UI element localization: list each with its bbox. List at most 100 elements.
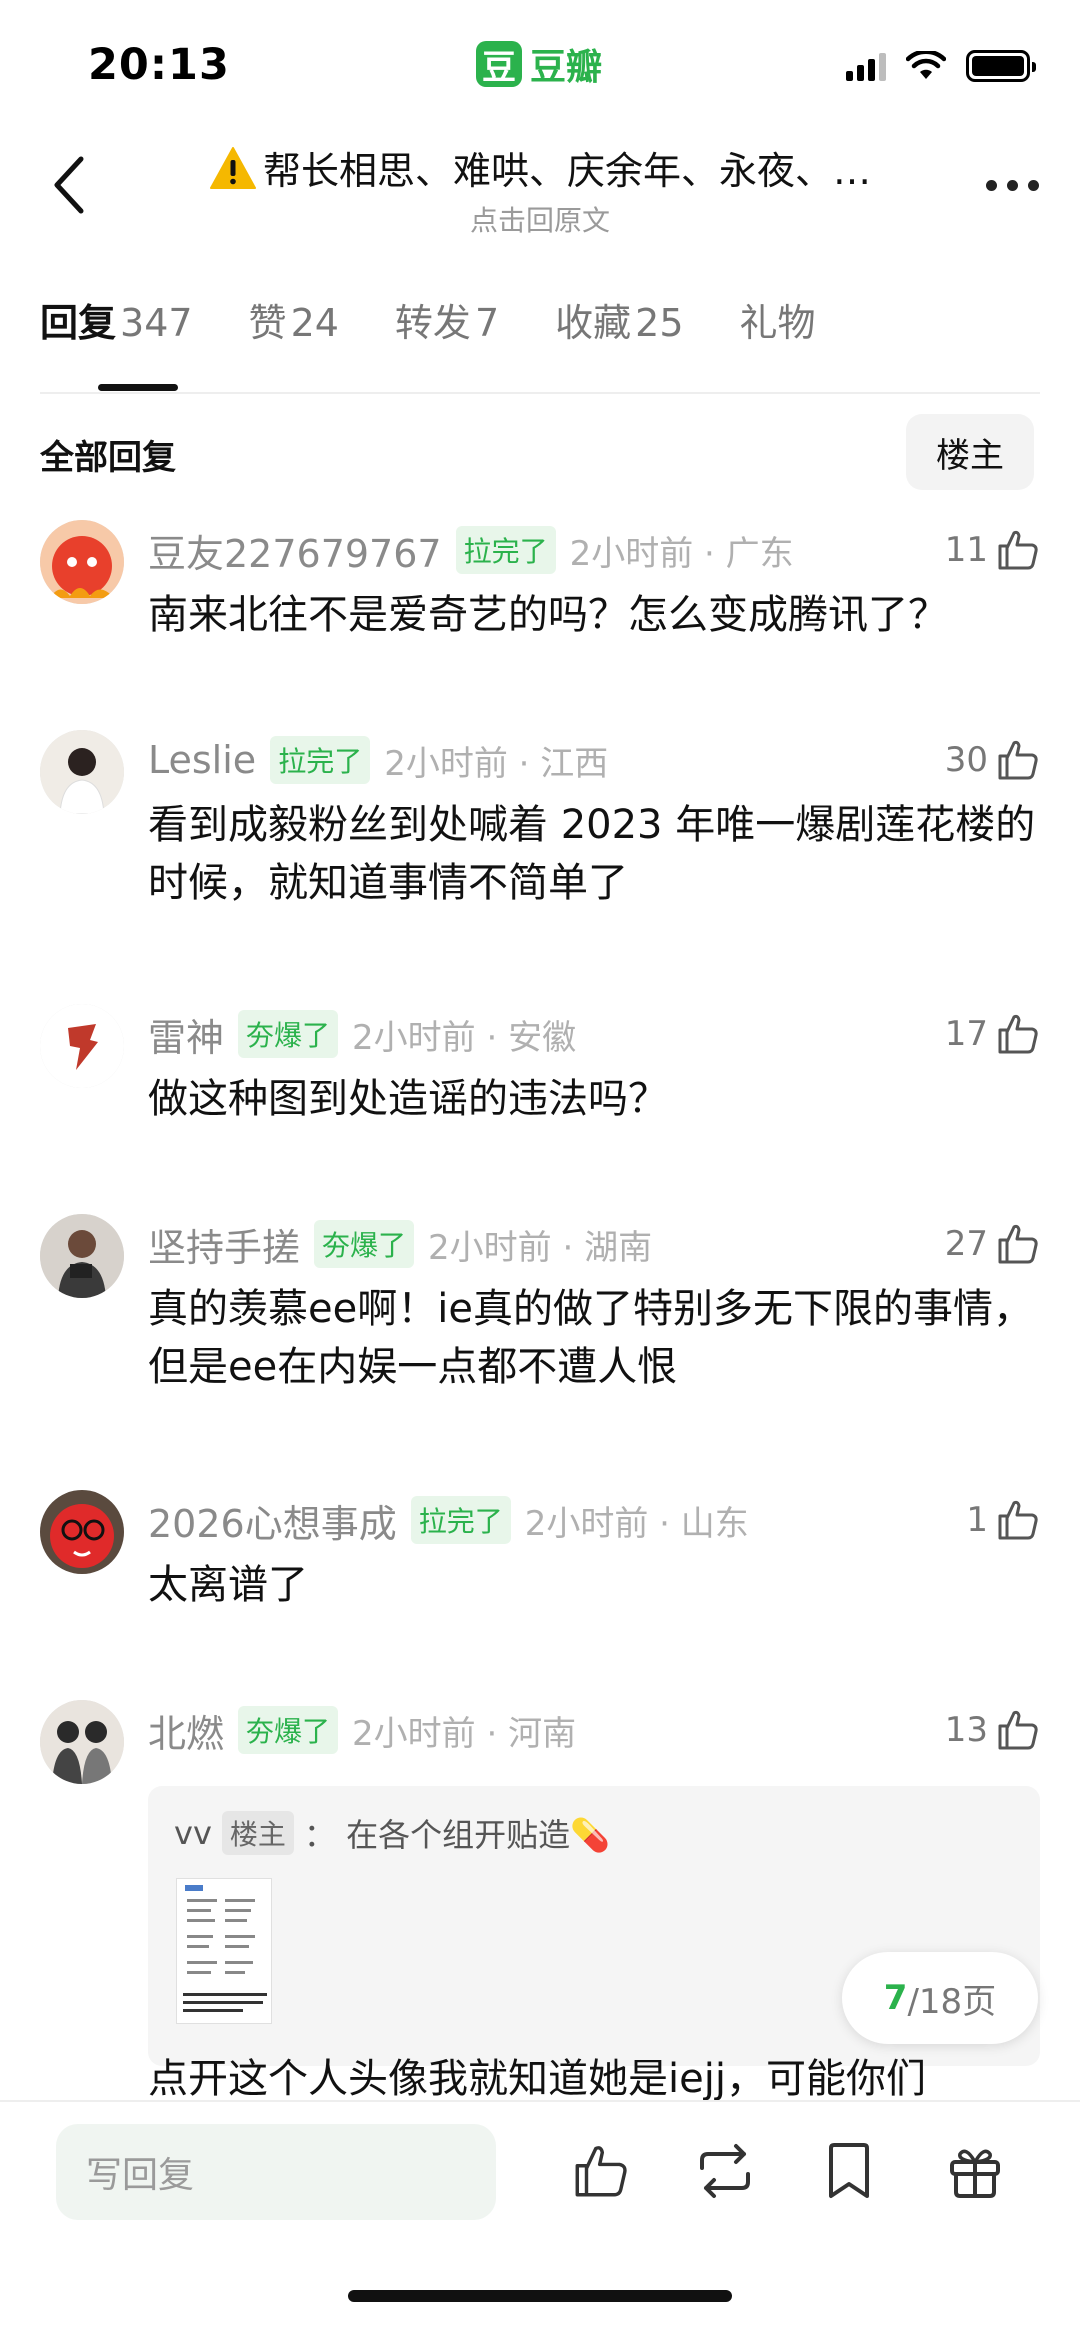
quoted-username: vv (174, 1814, 212, 1852)
tab-gifts[interactable]: 礼物 (740, 292, 816, 392)
comment-text: 做这种图到处造谣的违法吗？ (148, 1076, 668, 1122)
comment-meta: 2小时前 · 山东 (524, 1503, 749, 1544)
avatar[interactable] (40, 1004, 124, 1088)
comment-meta: 2小时前 · 湖南 (428, 1227, 653, 1268)
comment-text: 太离谱了 (148, 1562, 308, 1608)
status-time: 20:13 (88, 40, 230, 90)
owner-only-filter-button[interactable]: 楼主 (906, 414, 1034, 490)
like-post-button[interactable] (566, 2136, 636, 2206)
thumbs-up-icon (998, 740, 1038, 780)
comment-text: 看到成毅粉丝到处喊着 2023 年唯一爆剧莲花楼的时候，就知道事情不简单了 (148, 802, 1036, 906)
nav-title-area[interactable]: 帮长相思、难哄、庆余年、永夜、… 点击回原文 (170, 140, 910, 239)
like-button[interactable]: 13 (945, 1700, 1040, 1760)
rating-badge: 拉完了 (455, 526, 556, 574)
app-logo-icon: 豆 (476, 41, 522, 88)
owner-tag: 楼主 (221, 1811, 294, 1855)
total-pages: /18页 (907, 1981, 997, 2022)
repost-button[interactable] (690, 2136, 760, 2206)
rating-badge: 夯爆了 (314, 1220, 415, 1268)
rating-badge: 拉完了 (410, 1496, 511, 1544)
tabs-divider (40, 392, 1040, 394)
nav-bar: 帮长相思、难哄、庆余年、永夜、… 点击回原文 (0, 130, 1080, 240)
tab-bar: 回复 347 赞 24 转发 7 收藏 25 礼物 (40, 292, 1040, 392)
thumbs-up-icon (575, 2146, 627, 2197)
comment-text: 真的羡慕ee啊！ie真的做了特别多无下限的事情，但是ee在内娱一点都不遭人恨 (148, 1286, 1033, 1390)
comment-meta: 2小时前 · 广东 (569, 533, 794, 574)
bookmark-button[interactable] (814, 2136, 884, 2206)
comment-username[interactable]: 雷神 (148, 1007, 224, 1062)
page-indicator[interactable]: 7/18页 (842, 1952, 1038, 2044)
battery-icon (966, 50, 1036, 82)
tab-reposts[interactable]: 转发 7 (395, 292, 499, 392)
back-to-original-link[interactable]: 点击回原文 (170, 199, 910, 239)
post-title-text: 帮长相思、难哄、庆余年、永夜、… (262, 149, 871, 193)
home-indicator (348, 2290, 732, 2302)
avatar[interactable] (40, 1214, 124, 1298)
comment-username[interactable]: 豆友227679767 (148, 523, 442, 578)
more-button[interactable] (982, 170, 1042, 200)
status-bar: 20:13 豆 豆瓣 (0, 0, 1080, 130)
back-chevron-icon (54, 156, 84, 214)
comment-item: 豆友227679767 拉完了 2小时前 · 广东 11 南来北往不是爱奇艺的吗… (40, 520, 1040, 640)
like-button[interactable]: 1 (966, 1490, 1040, 1550)
gift-icon (950, 2149, 1000, 2198)
quoted-text: ： 在各个组开贴造💊 (303, 1816, 610, 1854)
comment-meta: 2小时前 · 安徽 (352, 1017, 577, 1058)
thumbs-up-icon (998, 1014, 1038, 1054)
comment-username[interactable]: 北燃 (148, 1703, 224, 1758)
tab-replies[interactable]: 回复 347 (40, 292, 193, 392)
comment-username[interactable]: Leslie (148, 738, 256, 782)
quoted-image-thumbnail[interactable] (176, 1878, 272, 2024)
avatar[interactable] (40, 1490, 124, 1574)
quoted-reply-header: vv 楼主 ： 在各个组开贴造💊 (174, 1810, 610, 1856)
app-logo: 豆 豆瓣 (476, 38, 602, 90)
comment-username[interactable]: 坚持手搓 (148, 1217, 300, 1272)
like-button[interactable]: 27 (945, 1214, 1040, 1274)
thumbs-up-icon (998, 1710, 1038, 1750)
like-count: 30 (944, 740, 988, 780)
comment-header: 2026心想事成 拉完了 2小时前 · 山东 (148, 1490, 749, 1550)
like-button[interactable]: 30 (945, 730, 1040, 790)
like-count: 13 (944, 1710, 988, 1750)
thumbs-up-icon (998, 1500, 1038, 1540)
like-button[interactable]: 17 (945, 1004, 1040, 1064)
like-button[interactable]: 11 (945, 520, 1040, 580)
tab-likes[interactable]: 赞 24 (249, 292, 339, 392)
comment-item: 坚持手搓 夯爆了 2小时前 · 湖南 27 真的羡慕ee啊！ie真的做了特别多无… (40, 1214, 1040, 1404)
avatar[interactable] (40, 1700, 124, 1784)
repost-icon (700, 2144, 750, 2198)
bookmark-icon (829, 2143, 869, 2198)
comment-item: 2026心想事成 拉完了 2小时前 · 山东 1 太离谱了 (40, 1490, 1040, 1610)
rating-badge: 夯爆了 (238, 1706, 339, 1754)
comment-header: 北燃 夯爆了 2小时前 · 河南 (148, 1700, 576, 1760)
reply-input[interactable]: 写回复 (56, 2124, 496, 2220)
like-count: 11 (944, 530, 988, 570)
bottom-action-bar: 写回复 (0, 2100, 1080, 2337)
comment-item: Leslie 拉完了 2小时前 · 江西 30 看到成毅粉丝到处喊着 2023 … (40, 730, 1040, 920)
thumbs-up-icon (998, 1224, 1038, 1264)
warning-icon (209, 146, 256, 189)
rating-badge: 拉完了 (270, 736, 371, 784)
avatar[interactable] (40, 730, 124, 814)
comment-meta: 2小时前 · 河南 (352, 1713, 577, 1754)
section-title: 全部回复 (40, 438, 176, 478)
comment-header: Leslie 拉完了 2小时前 · 江西 (148, 730, 608, 790)
like-count: 1 (966, 1500, 988, 1540)
post-title: 帮长相思、难哄、庆余年、永夜、… (170, 140, 910, 195)
like-count: 17 (944, 1014, 988, 1054)
app-name: 豆瓣 (530, 47, 603, 88)
back-button[interactable] (38, 150, 98, 220)
status-icons (846, 50, 1036, 82)
wifi-icon (906, 51, 946, 79)
comment-header: 坚持手搓 夯爆了 2小时前 · 湖南 (148, 1214, 652, 1274)
rating-badge: 夯爆了 (238, 1010, 339, 1058)
comment-item: 雷神 夯爆了 2小时前 · 安徽 17 做这种图到处造谣的违法吗？ (40, 1004, 1040, 1124)
comment-username[interactable]: 2026心想事成 (148, 1493, 397, 1548)
gift-button[interactable] (940, 2136, 1010, 2206)
comment-header: 雷神 夯爆了 2小时前 · 安徽 (148, 1004, 576, 1064)
tab-collections[interactable]: 收藏 25 (555, 292, 683, 392)
thumbs-up-icon (998, 530, 1038, 570)
avatar[interactable] (40, 520, 124, 604)
active-tab-indicator (98, 384, 178, 391)
comment-meta: 2小时前 · 江西 (384, 743, 609, 784)
